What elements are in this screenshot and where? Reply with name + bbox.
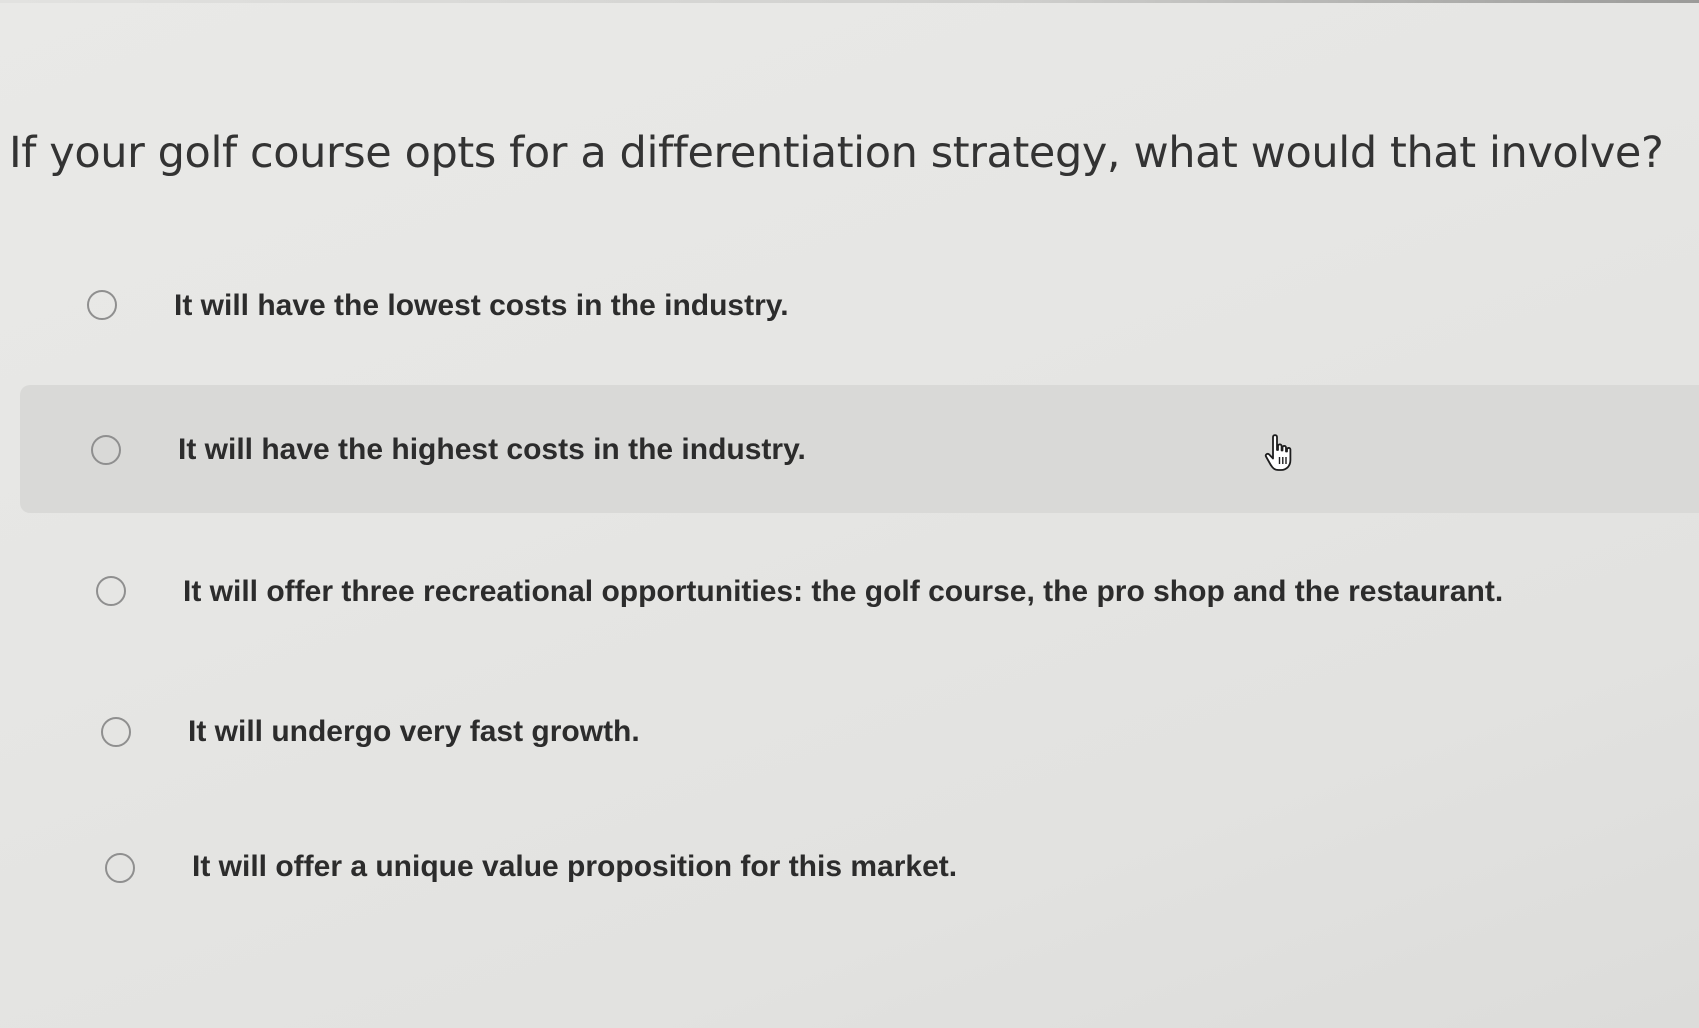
answer-option-5[interactable]: It will offer a unique value proposition…: [0, 803, 1699, 931]
radio-button-icon[interactable]: [87, 290, 117, 320]
answer-option-label[interactable]: It will offer three recreational opportu…: [183, 575, 1503, 609]
answer-option-label[interactable]: It will offer a unique value proposition…: [192, 850, 957, 884]
answer-option-2[interactable]: It will have the highest costs in the in…: [0, 385, 1699, 513]
radio-button-icon[interactable]: [101, 717, 131, 747]
answer-option-label[interactable]: It will have the highest costs in the in…: [178, 433, 806, 467]
question-text: If your golf course opts for a different…: [9, 128, 1664, 178]
answer-option-3[interactable]: It will offer three recreational opportu…: [0, 527, 1699, 655]
radio-button-icon[interactable]: [96, 576, 126, 606]
answer-option-4[interactable]: It will undergo very fast growth.: [0, 667, 1699, 795]
answer-option-label[interactable]: It will undergo very fast growth.: [188, 715, 640, 749]
answer-option-label[interactable]: It will have the lowest costs in the ind…: [174, 289, 789, 323]
answer-option-1[interactable]: It will have the lowest costs in the ind…: [0, 240, 1699, 368]
radio-button-icon[interactable]: [105, 853, 135, 883]
hand-pointer-icon: [1264, 434, 1292, 471]
screen-top-edge: [0, 0, 1699, 3]
radio-button-icon[interactable]: [91, 435, 121, 465]
